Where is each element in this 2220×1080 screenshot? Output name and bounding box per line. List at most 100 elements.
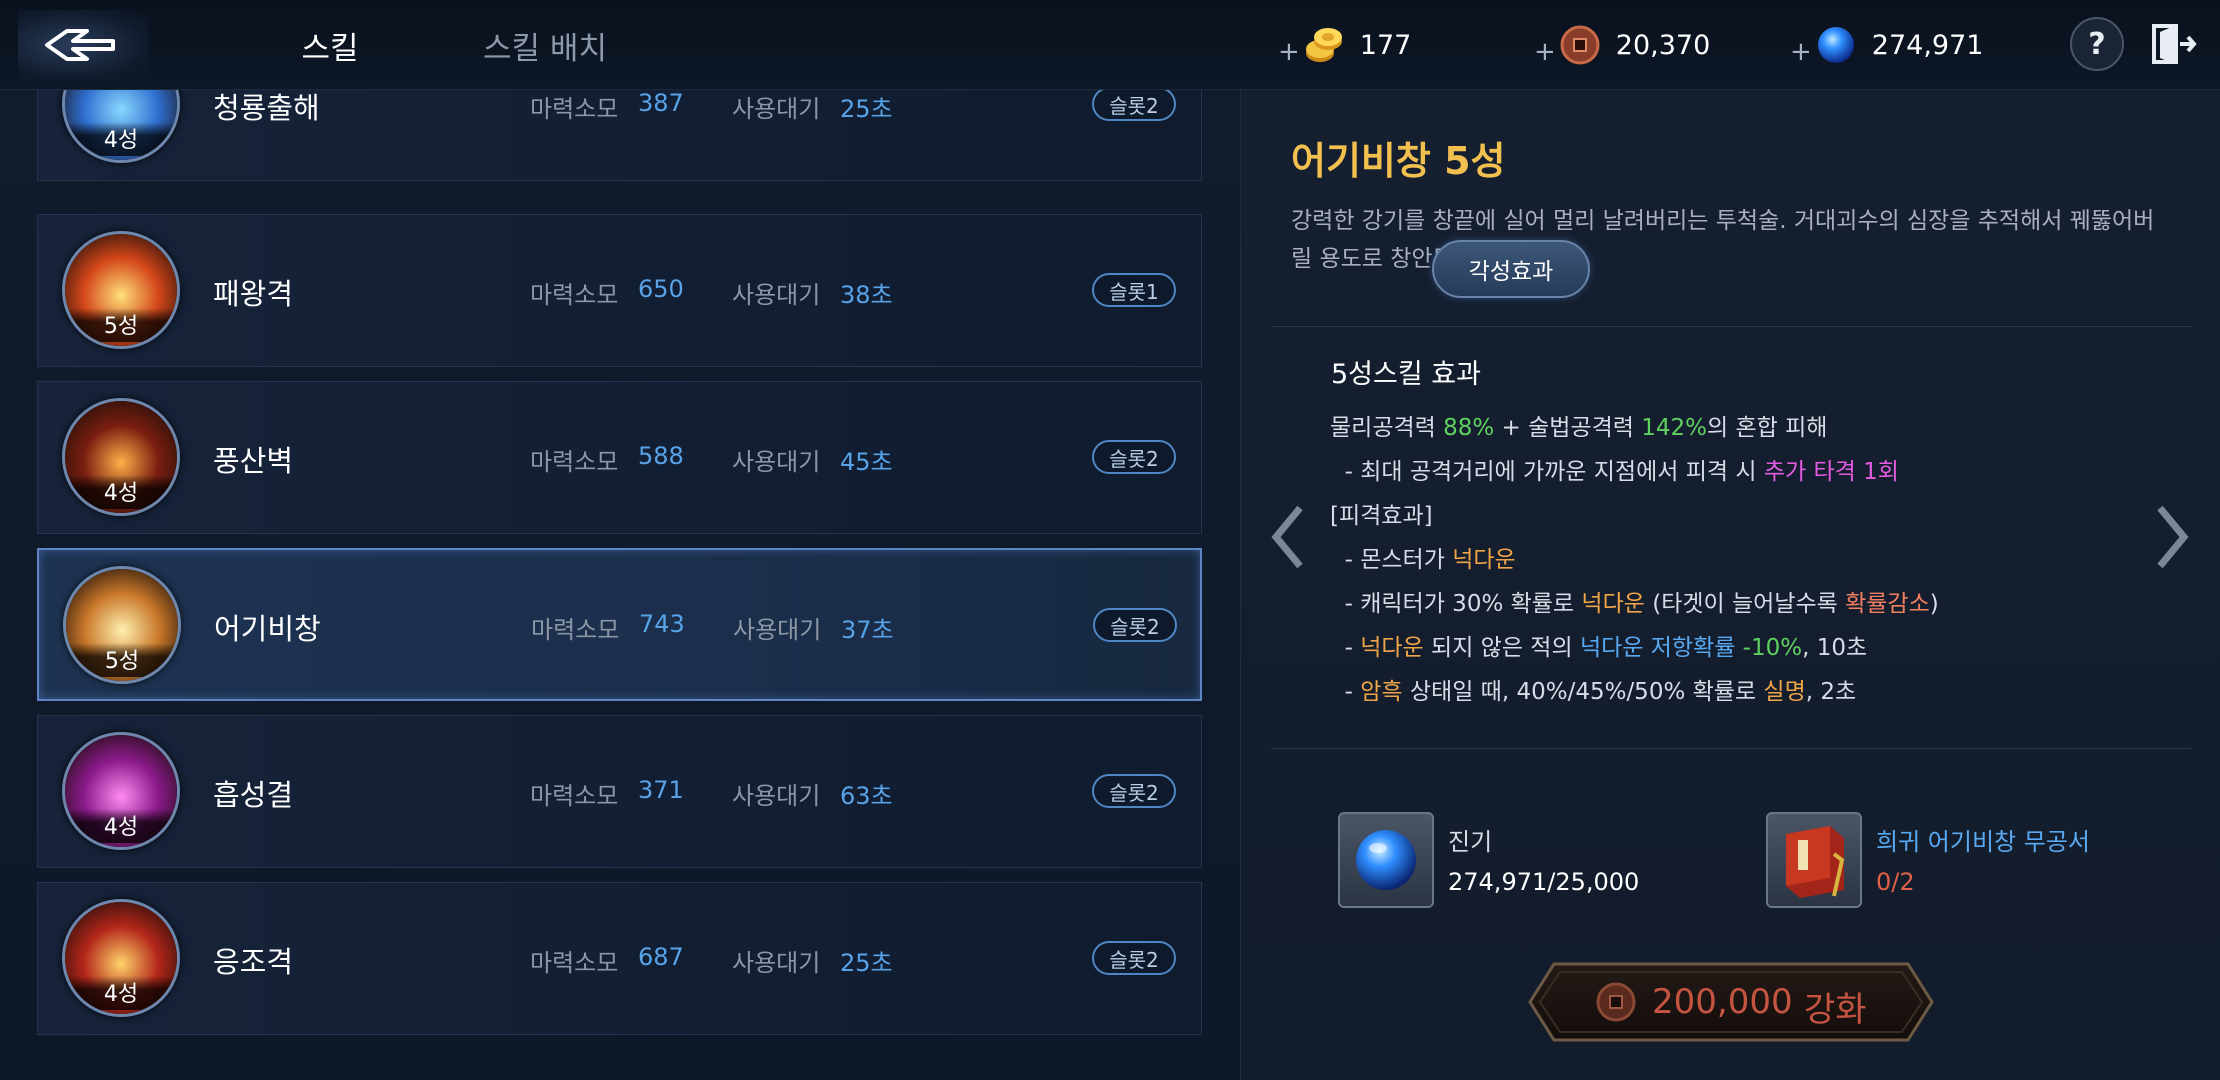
back-arrow-icon — [45, 29, 115, 61]
material-energy-slot[interactable] — [1338, 812, 1434, 908]
effect-text: - 캐릭터가 30% 확률로 — [1330, 591, 1582, 617]
effect-text: 넉다운 — [1360, 635, 1424, 661]
skill-icon: 5성 — [62, 231, 180, 349]
skill-name: 어기비창 — [214, 612, 321, 646]
skill-icon: 4성 — [62, 90, 180, 163]
currency-energy[interactable]: + 274,971 — [1790, 18, 1983, 72]
skill-stars: 5성 — [66, 643, 178, 677]
skill-icon: 5성 — [63, 566, 181, 684]
divider — [1271, 326, 2191, 327]
gold-amount: 177 — [1359, 29, 1412, 61]
back-button[interactable] — [18, 10, 148, 80]
effect-text: [피격효과] — [1330, 503, 1433, 529]
skill-icon: 4성 — [62, 732, 180, 850]
detail-title: 어기비창 5성 — [1291, 139, 1506, 183]
help-icon: ? — [2088, 26, 2106, 62]
skill-icon: 4성 — [62, 899, 180, 1017]
effect-text: 넉다운 — [1581, 591, 1645, 617]
add-energy-icon: + — [1790, 37, 1812, 67]
cooldown-label: 사용대기 — [732, 448, 821, 476]
exit-icon[interactable] — [2146, 18, 2198, 70]
cooldown-label: 사용대기 — [732, 782, 821, 810]
gold-coins-icon — [1305, 28, 1342, 62]
mana-cost-value: 687 — [638, 943, 684, 971]
effect-text: 되지 않은 적의 — [1423, 635, 1580, 661]
cooldown-value: 25초 — [840, 95, 893, 123]
effect-list: 물리공격력 88% + 술법공격력 142%의 혼합 피해 - 최대 공격거리에… — [1330, 408, 2130, 716]
effect-line: 물리공격력 88% + 술법공격력 142%의 혼합 피해 — [1330, 408, 2130, 452]
skill-row[interactable]: 4성 청룡출해 마력소모 387 사용대기 25초 슬롯2 — [37, 90, 1202, 181]
skill-icon: 4성 — [62, 398, 180, 516]
blue-orb-icon — [1356, 830, 1416, 890]
mana-cost-value: 650 — [638, 275, 684, 303]
top-bar: 스킬 스킬 배치 + 177 + 20,370 + 274,971 ? — [0, 0, 2220, 90]
red-book-icon — [1786, 826, 1845, 898]
enhance-cost: 200,000 — [1652, 982, 1793, 1022]
effect-line: - 최대 공격거리에 가까운 지점에서 피격 시 추가 타격 1회 — [1330, 452, 2130, 496]
skill-row[interactable]: 4성 흡성결 마력소모 371 사용대기 63초 슬롯2 — [37, 715, 1202, 868]
skill-stars: 4성 — [65, 475, 177, 509]
skill-row[interactable]: 4성 응조격 마력소모 687 사용대기 25초 슬롯2 — [37, 882, 1202, 1035]
effect-line: - 넉다운 되지 않은 적의 넉다운 저항확률 -10%, 10초 — [1330, 628, 2130, 672]
skill-row[interactable]: 4성 풍산벽 마력소모 588 사용대기 45초 슬롯2 — [37, 381, 1202, 534]
cooldown-value: 25초 — [840, 949, 893, 977]
slot-badge: 슬롯2 — [1092, 941, 1176, 975]
add-gold-icon: + — [1278, 37, 1300, 67]
effect-text: (타겟이 늘어날수록 — [1644, 591, 1846, 617]
skill-stars: 4성 — [65, 122, 177, 156]
mana-cost-label: 마력소모 — [530, 95, 619, 123]
tab-skill[interactable]: 스킬 — [250, 18, 410, 72]
effect-text: 넉다운 저항확률 — [1579, 635, 1736, 661]
slot-badge: 슬롯2 — [1093, 608, 1177, 642]
effect-text: 확률감소 — [1845, 591, 1930, 617]
next-arrow-icon[interactable] — [2152, 502, 2192, 572]
mana-cost-value: 371 — [638, 776, 684, 804]
effect-text: 의 혼합 피해 — [1707, 415, 1828, 441]
slot-badge: 슬롯2 — [1092, 440, 1176, 474]
skill-name: 흡성결 — [213, 778, 294, 812]
effect-text: 암흑 — [1360, 679, 1403, 705]
currency-copper[interactable]: + 20,370 — [1534, 18, 1710, 72]
mana-cost-label: 마력소모 — [530, 782, 619, 810]
effect-title: 5성스킬 효과 — [1331, 359, 1481, 390]
copper-coin-icon — [1560, 25, 1600, 65]
skill-name: 풍산벽 — [213, 444, 294, 478]
material-book-slot[interactable] — [1766, 812, 1862, 908]
slot-badge: 슬롯2 — [1092, 90, 1176, 121]
detail-description: 강력한 강기를 창끝에 실어 멀리 날려버리는 투척술. 거대괴수의 심장을 추… — [1291, 208, 2155, 272]
previous-arrow-icon[interactable] — [1268, 502, 1308, 572]
effect-line: - 캐릭터가 30% 확률로 넉다운 (타겟이 늘어날수록 확률감소) — [1330, 584, 2130, 628]
material-book-name: 희귀 어기비창 무공서 — [1876, 828, 2090, 856]
cooldown-value: 45초 — [840, 448, 893, 476]
cooldown-value: 37초 — [841, 616, 894, 644]
effect-text: - 몬스터가 — [1330, 547, 1453, 573]
awaken-effect-button[interactable]: 각성효과 — [1432, 240, 1590, 298]
effect-text: , 2초 — [1805, 679, 1857, 705]
cooldown-label: 사용대기 — [733, 616, 822, 644]
tab-skill-placement[interactable]: 스킬 배치 — [440, 18, 650, 72]
effect-text: 추가 타격 1회 — [1763, 459, 1899, 485]
cooldown-value: 63초 — [840, 782, 893, 810]
skill-name: 패왕격 — [213, 277, 294, 311]
energy-amount: 274,971 — [1871, 29, 1984, 61]
currency-gold[interactable]: + 177 — [1278, 18, 1411, 72]
skill-name: 응조격 — [213, 945, 294, 979]
divider — [1271, 748, 2191, 749]
skill-stars: 4성 — [65, 976, 177, 1010]
cooldown-label: 사용대기 — [732, 949, 821, 977]
blue-orb-icon — [1817, 27, 1854, 63]
cooldown-value: 38초 — [840, 281, 893, 309]
mana-cost-label: 마력소모 — [531, 616, 620, 644]
effect-text: 88% — [1443, 415, 1495, 441]
help-button[interactable]: ? — [2070, 17, 2124, 71]
material-energy-name: 진기 — [1448, 828, 1493, 856]
effect-line: [피격효과] — [1330, 496, 2130, 540]
effect-text: 142% — [1641, 415, 1708, 441]
skill-row[interactable]: 5성 패왕격 마력소모 650 사용대기 38초 슬롯1 — [37, 214, 1202, 367]
effect-text: - 최대 공격거리에 가까운 지점에서 피격 시 — [1330, 459, 1764, 485]
skill-row[interactable]: 5성 어기비창 마력소모 743 사용대기 37초 슬롯2 — [37, 548, 1202, 701]
skill-list[interactable]: 4성 청룡출해 마력소모 387 사용대기 25초 슬롯2 5성 패왕격 마력소모 650 사용대기 3… — [0, 90, 1240, 1080]
effect-text: 상태일 때, 40%/45%/50% 확률로 — [1402, 679, 1764, 705]
material-book-count: 0/2 — [1876, 868, 1915, 896]
enhance-label: 강화 — [1804, 990, 1867, 1030]
